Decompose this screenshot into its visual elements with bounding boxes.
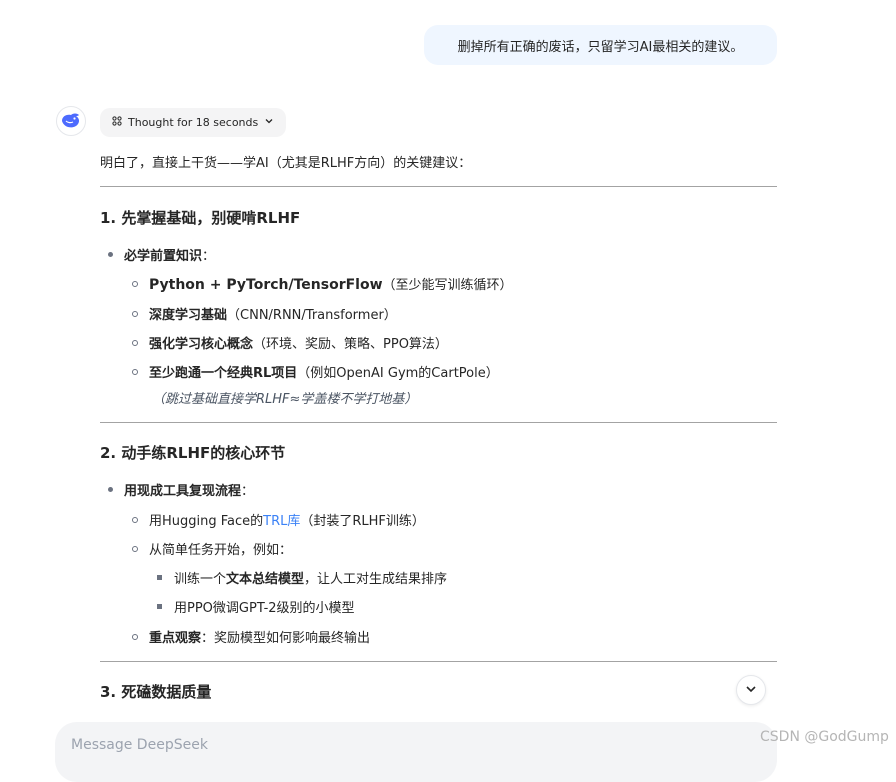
item-bold: 重点观察 (149, 631, 202, 646)
deepseek-logo-icon (56, 106, 86, 136)
section-heading: 2. 动手练RLHF的核心环节 (100, 444, 286, 462)
item-text: ：奖励模型如何影响最终输出 (201, 631, 371, 646)
item-text: （环境、奖励、策略、PPO算法） (253, 337, 448, 352)
bullet-circle (132, 281, 138, 287)
item-text: （例如OpenAI Gym的CartPole） (297, 366, 499, 381)
user-message-bubble: 删掉所有正确的废话，只留学习AI最相关的建议。 (424, 25, 777, 65)
bullet-circle (132, 634, 138, 640)
section-heading: 3. 死磕数据质量 (100, 683, 212, 701)
bullet-square (157, 604, 162, 609)
bullet-label: 用现成工具复现流程 (124, 484, 242, 499)
list-item: 重点观察：奖励模型如何影响最终输出 (149, 627, 370, 646)
thought-toggle-button[interactable]: Thought for 18 seconds (100, 108, 287, 137)
list-item: 从简单任务开始，例如： (149, 543, 293, 558)
item-text: ，让人工对生成结果排序 (304, 572, 448, 587)
bullet-circle (132, 369, 138, 375)
section-heading: 1. 先掌握基础，别硬啃RLHF (100, 209, 301, 227)
trl-link[interactable]: TRL库 (263, 514, 300, 529)
bullet-square (157, 575, 162, 580)
list-item: 深度学习基础（CNN/RNN/Transformer） (149, 304, 397, 323)
bullet-circle (132, 546, 138, 552)
item-bold: Python + PyTorch/TensorFlow (149, 277, 383, 293)
bullet-circle (132, 311, 138, 317)
item-text: 用Hugging Face的 (149, 514, 264, 529)
item-text: （CNN/RNN/Transformer） (227, 308, 397, 323)
bullet-circle (132, 340, 138, 346)
answer-intro: 明白了，直接上干货——学AI（尤其是RLHF方向）的关键建议： (100, 156, 472, 171)
item-bold: 至少跑通一个经典RL项目 (149, 366, 298, 381)
chevron-down-icon (744, 681, 758, 700)
list-item: Python + PyTorch/TensorFlow（至少能写训练循环） (149, 274, 513, 293)
thinking-icon (112, 116, 122, 129)
list-item: 至少跑通一个经典RL项目（例如OpenAI Gym的CartPole） (149, 362, 499, 381)
item-bold: 强化学习核心概念 (149, 337, 254, 352)
user-message-text: 删掉所有正确的废话，只留学习AI最相关的建议。 (457, 39, 744, 55)
message-composer (55, 722, 777, 782)
item-text: （至少能写训练循环） (382, 278, 513, 293)
section-note: （跳过基础直接学RLHF≈学盖楼不学打地基） (152, 392, 418, 407)
bullet-dot (108, 487, 113, 492)
bullet-circle (132, 517, 138, 523)
list-item: 用现成工具复现流程： (124, 484, 255, 499)
item-bold: 文本总结模型 (226, 572, 305, 587)
list-item: 用PPO微调GPT-2级别的小模型 (174, 601, 355, 616)
list-item: 必学前置知识： (124, 249, 216, 264)
bullet-label: 必学前置知识 (124, 249, 203, 264)
bullet-dot (108, 252, 113, 257)
divider (100, 186, 777, 187)
list-item: 强化学习核心概念（环境、奖励、策略、PPO算法） (149, 333, 448, 352)
item-text: （封装了RLHF训练） (300, 514, 425, 529)
list-item: 训练一个文本总结模型，让人工对生成结果排序 (174, 568, 447, 587)
item-bold: 深度学习基础 (149, 308, 228, 323)
list-item: 用Hugging Face的TRL库（封装了RLHF训练） (149, 510, 425, 529)
chevron-down-icon (264, 116, 274, 129)
item-text: 训练一个 (174, 572, 227, 587)
divider (100, 661, 777, 662)
thought-label: Thought for 18 seconds (128, 116, 259, 129)
scroll-to-bottom-button[interactable] (736, 675, 766, 705)
divider (100, 422, 777, 423)
watermark: CSDN @GodGump (760, 729, 889, 745)
message-input[interactable] (69, 736, 767, 754)
